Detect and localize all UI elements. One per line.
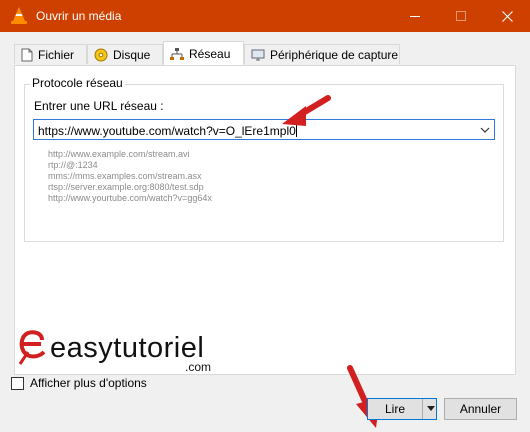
disc-icon [94, 48, 108, 62]
url-examples: http://www.example.com/stream.avi rtp://… [48, 149, 212, 204]
chevron-down-icon[interactable] [480, 124, 490, 138]
play-dropdown-button[interactable] [424, 399, 437, 419]
url-input[interactable]: https://www.youtube.com/watch?v=O_lEre1m… [33, 119, 495, 140]
example-url: mms://mms.examples.com/stream.asx [48, 171, 202, 181]
more-options-checkbox[interactable] [11, 376, 24, 390]
more-options-label: Afficher plus d'options [30, 376, 147, 390]
play-button-group: Lire [367, 398, 437, 420]
example-url: http://www.example.com/stream.avi [48, 149, 190, 159]
tab-disc-label: Disque [113, 47, 151, 62]
more-options-toggle[interactable]: Afficher plus d'options [11, 376, 147, 390]
example-url: http://www.yourtube.com/watch?v=gg64x [48, 193, 212, 203]
tab-disc[interactable]: Disque [87, 44, 163, 64]
watermark-text: easytutoriel [50, 332, 205, 364]
play-button[interactable]: Lire [368, 399, 423, 419]
group-title: Protocole réseau [30, 76, 125, 90]
watermark-logo: easytutoriel .com [18, 328, 238, 378]
title-bar: Ouvrir un média [0, 0, 530, 32]
close-icon [501, 10, 513, 22]
cancel-button-label: Annuler [459, 402, 502, 416]
tab-capture-device-label: Périphérique de capture [270, 47, 399, 62]
file-icon [21, 48, 33, 62]
watermark-suffix: .com [185, 360, 212, 374]
play-button-label: Lire [384, 402, 405, 416]
example-url: rtp://@:1234 [48, 160, 98, 170]
annotation-arrow-icon [282, 95, 331, 126]
url-label: Entrer une URL réseau : [34, 99, 164, 113]
tab-capture-device[interactable]: Périphérique de capture [244, 44, 400, 64]
tab-file[interactable]: Fichier [14, 44, 87, 64]
dialog-body: Fichier Disque Réseau Périphérique de ca… [0, 32, 530, 432]
capture-device-icon [251, 48, 265, 62]
vlc-cone-icon [10, 6, 28, 26]
window-title: Ouvrir un média [36, 9, 122, 23]
maximize-icon [456, 11, 466, 21]
network-icon [170, 47, 184, 61]
tab-file-label: Fichier [38, 47, 75, 62]
cancel-button[interactable]: Annuler [444, 398, 517, 420]
minimize-icon [410, 15, 420, 17]
minimize-button[interactable] [392, 0, 438, 32]
close-button[interactable] [484, 0, 530, 32]
logo-e-mark-icon [18, 330, 46, 365]
url-value-wrapper: https://www.youtube.com/watch?v=O_lEre1m… [38, 123, 297, 138]
caret-down-icon [426, 406, 435, 411]
example-url: rtsp://server.example.org:8080/test.sdp [48, 182, 204, 192]
url-value: https://www.youtube.com/watch?v=O_lEre1m… [38, 124, 296, 138]
maximize-button[interactable] [438, 0, 484, 32]
tab-network[interactable]: Réseau [163, 41, 244, 65]
tab-network-label: Réseau [189, 46, 231, 61]
